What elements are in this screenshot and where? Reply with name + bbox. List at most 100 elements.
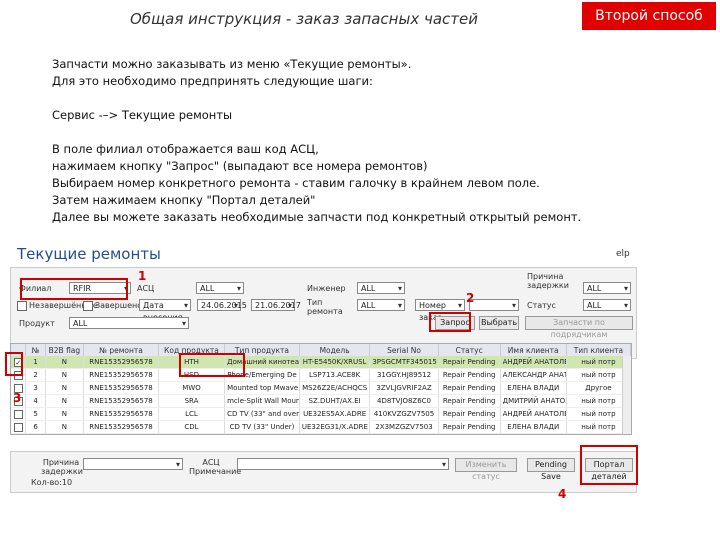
table-cell: Repair Pending xyxy=(438,356,501,369)
table-cell: mcle-Split Wall Mounte xyxy=(224,394,300,408)
table-cell: Repair Pending xyxy=(438,420,501,434)
column-header[interactable]: № xyxy=(25,344,46,356)
delay-reason-label: Причина задержки xyxy=(527,272,569,290)
finished-radio[interactable] xyxy=(83,301,93,311)
contractor-parts-button[interactable]: Запчасти по подрядчикам xyxy=(525,316,633,339)
table-cell: 3 xyxy=(25,381,46,395)
date-to-field[interactable]: 21.06.2017 xyxy=(251,299,301,312)
table-cell: АНДРЕЙ АНАТОЛЕ xyxy=(500,407,567,421)
table-cell: 1 xyxy=(25,356,46,369)
table-cell: ный потр xyxy=(566,394,632,408)
table-cell: ЕЛЕНА ВЛАДИ xyxy=(500,381,567,395)
table-cell: Repair Pending xyxy=(438,381,501,395)
row-checkbox[interactable] xyxy=(13,409,23,419)
app-title: Текущие ремонты xyxy=(17,245,161,263)
table-cell: Repair Pending xyxy=(438,394,501,408)
highlight-branch xyxy=(20,278,128,300)
number-search-field[interactable] xyxy=(469,299,519,312)
column-header[interactable]: Модель xyxy=(299,344,371,356)
grid-scrollbar[interactable] xyxy=(622,356,631,434)
table-cell: N xyxy=(45,381,85,395)
help-link[interactable]: elp xyxy=(616,249,630,259)
asc-label: АСЦ xyxy=(137,284,155,293)
method-badge: Второй способ xyxy=(582,2,716,30)
column-header[interactable]: B2B flag xyxy=(45,344,85,356)
marker-2: 2 xyxy=(466,291,475,305)
table-row[interactable]: 6 N RNE15352956578 CDL CD TV (33" Under)… xyxy=(11,420,632,434)
product-label: Продукт xyxy=(19,319,55,328)
row-checkbox[interactable] xyxy=(13,422,23,432)
table-row[interactable]: 4 N RNE15352956578 SRA mcle-Split Wall M… xyxy=(11,394,632,408)
engineer-select[interactable]: ALL xyxy=(357,282,405,295)
status-label: Статус xyxy=(527,301,556,310)
bottom-panel: Причина задержки АСЦ Примечание Изменить… xyxy=(10,451,637,493)
table-cell: RNE15352956578 xyxy=(83,420,159,434)
table-cell: Repair Pending xyxy=(438,407,501,421)
row-checkbox-cell[interactable] xyxy=(11,407,27,421)
instruction-line: Запчасти можно заказывать из меню «Текущ… xyxy=(52,57,412,71)
asc-comment-field[interactable] xyxy=(237,458,449,471)
table-cell: 6 xyxy=(25,420,46,434)
table-cell: N xyxy=(45,407,85,421)
table-row[interactable]: ✓ 1 N RNE15352956578 HTH Домашний киноте… xyxy=(11,356,632,369)
column-header[interactable]: № ремонта xyxy=(83,344,159,356)
record-counter: Кол-во:10 xyxy=(31,478,73,487)
date-from-field[interactable]: 24.06.2015 xyxy=(197,299,247,312)
repairs-grid: № B2B flag № ремонта Код продукта Тип пр… xyxy=(10,343,632,435)
column-header[interactable]: Имя клиента xyxy=(500,344,567,356)
table-cell: ный потр xyxy=(566,407,632,421)
instruction-path: Сервис -–> Текущие ремонты xyxy=(52,108,233,122)
table-cell: ДМИТРИЙ АНАТОЛ xyxy=(500,394,567,408)
product-select[interactable]: ALL xyxy=(69,317,189,330)
select-button[interactable]: Выбрать xyxy=(479,316,519,330)
instruction-line: нажимаем кнопку "Запрос" (выпадают все н… xyxy=(52,159,428,173)
instruction-line: Для это необходимо предпринять следующие… xyxy=(52,74,373,88)
unfinished-radio[interactable] xyxy=(17,301,27,311)
asc-select[interactable]: ALL xyxy=(196,282,244,295)
table-cell: N xyxy=(45,368,85,382)
table-cell: ЕЛЕНА ВЛАДИ xyxy=(500,420,567,434)
table-cell: 3ZVLJGVRIF2AZ xyxy=(369,381,439,395)
table-row[interactable]: 3 N RNE15352956578 MWO Mounted top Mwave… xyxy=(11,381,632,395)
pending-save-button[interactable]: Pending Save xyxy=(527,458,575,481)
instruction-line: Далее вы можете заказать необходимые зап… xyxy=(52,210,582,224)
delay-reason-select[interactable]: ALL xyxy=(583,282,631,295)
change-status-button[interactable]: Изменить статус xyxy=(455,458,517,481)
table-row[interactable]: 5 N RNE15352956578 LCL CD TV (33" and ov… xyxy=(11,407,632,421)
marker-1: 1 xyxy=(138,269,147,283)
asc-comment-label: АСЦ Примечание xyxy=(189,458,242,476)
table-cell: RNE15352956578 xyxy=(83,356,159,369)
column-header[interactable]: Тип клиента xyxy=(566,344,632,356)
table-cell: 4 xyxy=(25,394,46,408)
table-cell: UE32EG31/X.ADRE xyxy=(299,420,371,434)
table-cell: CD TV (33" and over xyxy=(224,407,300,421)
table-cell: N xyxy=(45,394,85,408)
delay-reason-bottom-select[interactable] xyxy=(83,458,183,471)
repair-type-select[interactable]: ALL xyxy=(357,299,405,312)
column-header[interactable]: Serial No xyxy=(369,344,439,356)
table-cell: CD TV (33" Under) xyxy=(224,420,300,434)
table-cell: Другое xyxy=(566,381,632,395)
table-cell: 2 xyxy=(25,368,46,382)
table-cell: N xyxy=(45,420,85,434)
repair-type-label: Тип ремонта xyxy=(307,298,343,316)
table-cell: MS26Z2E/ACHQCS xyxy=(299,381,371,395)
column-header[interactable]: Статус xyxy=(438,344,501,356)
instruction-title: Общая инструкция - заказ запасных частей xyxy=(130,10,478,28)
table-cell: 31GGY.HJ89512 xyxy=(369,368,439,382)
grid-header: № B2B flag № ремонта Код продукта Тип пр… xyxy=(11,344,632,356)
number-type-select[interactable]: Номер заказ xyxy=(415,299,465,322)
table-cell: Mounted top Mwave xyxy=(224,381,300,395)
highlight-query xyxy=(429,312,471,332)
table-cell: RNE15352956578 xyxy=(83,394,159,408)
marker-4: 4 xyxy=(558,487,567,501)
date-type-select[interactable]: Дата внесения xyxy=(139,299,191,322)
status-select[interactable]: ALL xyxy=(583,299,631,312)
table-cell: ный потр xyxy=(566,368,632,382)
app-screenshot: Текущие ремонты elp Филиал RFIR АСЦ ALL … xyxy=(5,245,638,535)
table-cell: АЛЕКСАНДР АНАТОЛЕ xyxy=(500,368,567,382)
table-cell: RNE15352956578 xyxy=(83,368,159,382)
row-checkbox-cell[interactable] xyxy=(11,420,27,434)
table-row[interactable]: 2 N RNE15352956578 HSD Phone/Emerging De… xyxy=(11,368,632,382)
table-cell: N xyxy=(45,356,85,369)
